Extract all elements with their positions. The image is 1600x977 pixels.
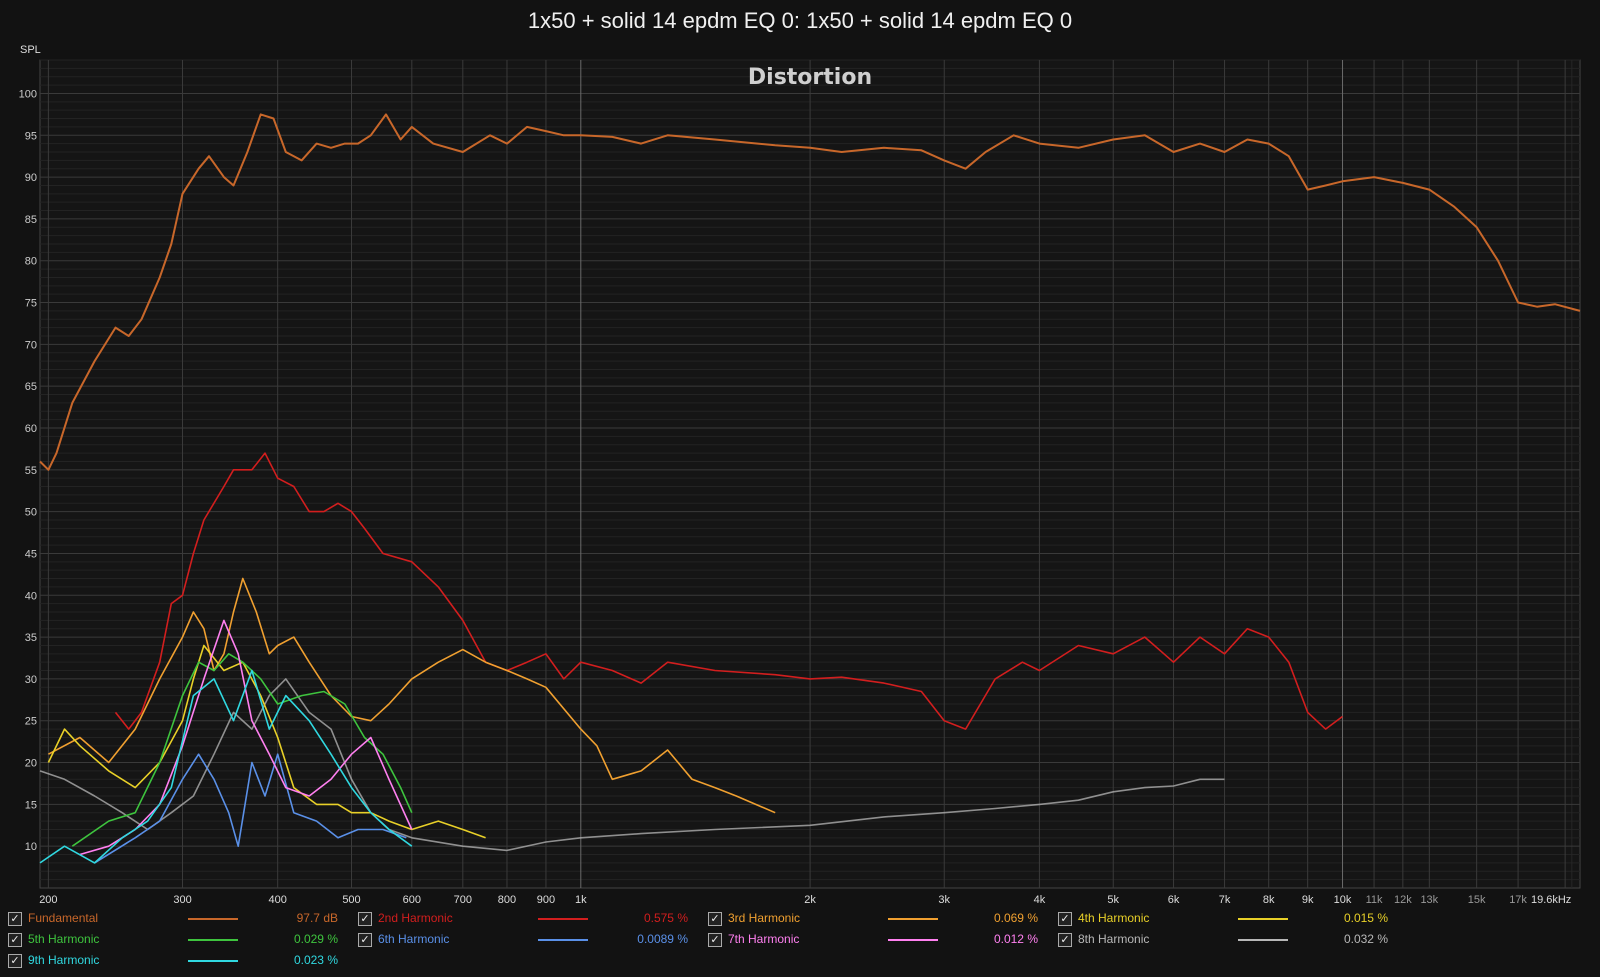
y-tick-label: 30: [25, 674, 37, 686]
legend-item[interactable]: ✓ 3rd Harmonic 0.069 %: [708, 909, 1048, 929]
y-tick-label: 40: [25, 590, 37, 602]
legend-series-name: 8th Harmonic: [1078, 932, 1150, 946]
x-tick-label: 13k: [1420, 894, 1438, 906]
x-tick-label: 800: [498, 894, 516, 906]
x-tick-label: 10k: [1334, 894, 1352, 906]
x-tick-label: 200: [39, 894, 57, 906]
x-tick-label: 9k: [1302, 894, 1314, 906]
legend-value: 0.069 %: [993, 911, 1038, 925]
legend-series-name: Fundamental: [28, 911, 99, 925]
legend-swatch: [1238, 939, 1288, 941]
x-tick-label: 2k: [804, 894, 816, 906]
y-tick-label: 60: [25, 423, 37, 435]
x-tick-label: 700: [454, 894, 472, 906]
x-tick-label: 15k: [1468, 894, 1486, 906]
checkbox-icon[interactable]: ✓: [358, 912, 372, 926]
y-axis-label: SPL: [20, 44, 41, 56]
legend-swatch: [188, 939, 238, 941]
x-tick-label: 6k: [1168, 894, 1180, 906]
x-tick-label: 1k: [575, 894, 587, 906]
checkbox-icon[interactable]: ✓: [8, 912, 22, 926]
legend-item[interactable]: ✓ 7th Harmonic 0.012 %: [708, 930, 1048, 950]
x-tick-label: 300: [173, 894, 191, 906]
checkbox-icon[interactable]: ✓: [708, 912, 722, 926]
legend-item[interactable]: ✓ 9th Harmonic 0.023 %: [8, 951, 348, 971]
x-tick-label: 4k: [1034, 894, 1046, 906]
y-tick-label: 55: [25, 465, 37, 477]
y-tick-label: 50: [25, 507, 37, 519]
y-tick-label: 35: [25, 632, 37, 644]
y-tick-label: 45: [25, 548, 37, 560]
y-tick-label: 20: [25, 758, 37, 770]
y-tick-label: 10: [25, 841, 37, 853]
distortion-chart: 200 300 400 500 600 700 800 900 1k 2k 3k 4k 5k 6k 7k 8k…: [19, 44, 1581, 906]
checkbox-icon[interactable]: ✓: [1058, 912, 1072, 926]
legend-value: 0.015 %: [1343, 911, 1388, 925]
x-tick-label: 19.6kHz: [1531, 894, 1571, 906]
legend-item[interactable]: ✓ Fundamental 97.7 dB: [8, 909, 348, 929]
y-tick-label: 85: [25, 214, 37, 226]
y-tick-label: 90: [25, 172, 37, 184]
y-tick-label: 15: [25, 799, 37, 811]
x-tick-label: 900: [537, 894, 555, 906]
checkbox-icon[interactable]: ✓: [358, 933, 372, 947]
x-tick-label: 8k: [1263, 894, 1275, 906]
legend-swatch: [1238, 918, 1288, 920]
legend-value: 0.0089 %: [637, 932, 688, 946]
y-tick-label: 75: [25, 298, 37, 310]
y-tick-label: 80: [25, 256, 37, 268]
x-tick-label: 11k: [1366, 894, 1383, 906]
y-tick-label: 25: [25, 716, 37, 728]
x-axis-ticks: 200 300 400 500 600 700 800 900 1k 2k 3k 4k 5k 6k 7k 8k…: [39, 894, 1571, 906]
legend-item[interactable]: ✓ 8th Harmonic 0.032 %: [1058, 930, 1398, 950]
legend-swatch: [188, 960, 238, 962]
legend: ✓ Fundamental 97.7 dB ✓ 2nd Harmonic 0.575 % ✓…: [0, 909, 1600, 977]
legend-series-name: 5th Harmonic: [28, 932, 100, 946]
x-tick-label: 5k: [1107, 894, 1119, 906]
legend-swatch: [188, 918, 238, 920]
chart-title: Distortion: [748, 65, 872, 90]
x-tick-label: 500: [342, 894, 360, 906]
checkbox-icon[interactable]: ✓: [8, 933, 22, 947]
legend-item[interactable]: ✓ 4th Harmonic 0.015 %: [1058, 909, 1398, 929]
legend-series-name: 3rd Harmonic: [728, 911, 801, 925]
x-tick-label: 12k: [1394, 894, 1412, 906]
legend-series-name: 9th Harmonic: [28, 953, 100, 967]
x-tick-label: 600: [403, 894, 421, 906]
legend-series-name: 2nd Harmonic: [378, 911, 453, 925]
legend-item[interactable]: ✓ 2nd Harmonic 0.575 %: [358, 909, 698, 929]
y-tick-label: 95: [25, 130, 37, 142]
legend-swatch: [888, 939, 938, 941]
y-tick-label: 65: [25, 381, 37, 393]
legend-swatch: [538, 918, 588, 920]
legend-value: 0.012 %: [993, 932, 1038, 946]
x-tick-label: 7k: [1219, 894, 1231, 906]
legend-value: 0.029 %: [293, 932, 338, 946]
legend-value: 0.032 %: [1343, 932, 1388, 946]
legend-value: 0.575 %: [643, 911, 688, 925]
y-axis-ticks: 10 15 20 25 30 35 40 45 50 55 60 65 70 75 80 85 90 95 100: [19, 88, 37, 853]
checkbox-icon[interactable]: ✓: [1058, 933, 1072, 947]
legend-series-name: 6th Harmonic: [378, 932, 450, 946]
checkbox-icon[interactable]: ✓: [708, 933, 722, 947]
checkbox-icon[interactable]: ✓: [8, 954, 22, 968]
x-tick-label: 400: [268, 894, 286, 906]
y-tick-label: 100: [19, 88, 37, 100]
legend-item[interactable]: ✓ 6th Harmonic 0.0089 %: [358, 930, 698, 950]
x-tick-label: 17k: [1509, 894, 1527, 906]
legend-item[interactable]: ✓ 5th Harmonic 0.029 %: [8, 930, 348, 950]
y-tick-label: 70: [25, 339, 37, 351]
x-tick-label: 3k: [938, 894, 950, 906]
legend-value: 0.023 %: [293, 953, 338, 967]
legend-swatch: [888, 918, 938, 920]
legend-series-name: 7th Harmonic: [728, 932, 800, 946]
legend-swatch: [538, 939, 588, 941]
legend-value: 97.7 dB: [296, 911, 338, 925]
legend-series-name: 4th Harmonic: [1078, 911, 1150, 925]
